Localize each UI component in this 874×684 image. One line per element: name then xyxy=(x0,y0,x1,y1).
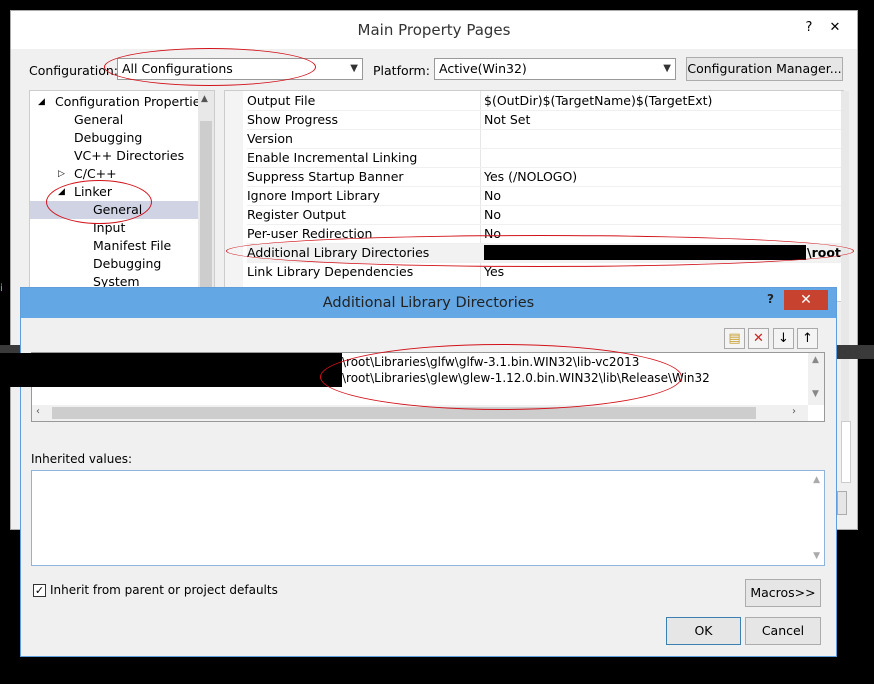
additional-library-directories-dialog: Additional Library Directories ? ✕ ▤ ✕ ↓… xyxy=(20,287,837,657)
tree-item-configuration-properties[interactable]: Configuration Properties xyxy=(55,93,207,111)
scrollbar-thumb[interactable] xyxy=(52,407,756,419)
prop-value-link-library-dependencies[interactable]: Yes xyxy=(484,262,504,281)
tree-item-linker-general[interactable]: General xyxy=(93,201,142,219)
prop-name-suppress-banner[interactable]: Suppress Startup Banner xyxy=(247,167,404,186)
configuration-select[interactable]: All Configurations ▼ xyxy=(117,58,363,80)
property-grid: Output File $(OutDir)$(TargetName)$(Targ… xyxy=(224,90,844,302)
scroll-up-arrow-icon[interactable]: ▲ xyxy=(813,475,820,485)
description-pane xyxy=(841,421,851,483)
prop-value-ignore-import-library[interactable]: No xyxy=(484,186,501,205)
chevron-down-icon: ▼ xyxy=(350,63,358,74)
tree-scrollbar[interactable]: ▲ xyxy=(198,91,214,301)
tree-item-general[interactable]: General xyxy=(74,111,123,129)
grid-column-divider xyxy=(480,91,481,301)
dialog-titlebar: Additional Library Directories ? ✕ xyxy=(21,288,836,318)
prop-name-ignore-import-library[interactable]: Ignore Import Library xyxy=(247,186,380,205)
tree-item-linker[interactable]: Linker xyxy=(74,183,112,201)
scroll-up-arrow-icon[interactable]: ▲ xyxy=(201,94,208,104)
scroll-right-arrow-icon[interactable]: › xyxy=(792,406,796,417)
prop-value-per-user-redirection[interactable]: No xyxy=(484,224,501,243)
prop-name-version[interactable]: Version xyxy=(247,129,293,148)
tree-expander-icon[interactable]: ◢ xyxy=(38,93,45,111)
inherited-values-label: Inherited values: xyxy=(31,452,132,466)
configuration-manager-button[interactable]: Configuration Manager... xyxy=(686,57,843,81)
tree-expander-icon[interactable]: ◢ xyxy=(58,183,65,201)
horizontal-scrollbar[interactable]: ‹ › xyxy=(32,405,808,421)
grid-row-header-strip xyxy=(225,91,243,301)
prop-name-show-progress[interactable]: Show Progress xyxy=(247,110,338,129)
prop-value-register-output[interactable]: No xyxy=(484,205,501,224)
tree-item-debugging[interactable]: Debugging xyxy=(74,129,142,147)
tree-item-input[interactable]: Input xyxy=(93,219,125,237)
prop-value-output-file[interactable]: $(OutDir)$(TargetName)$(TargetExt) xyxy=(484,91,712,110)
prop-name-per-user-redirection[interactable]: Per-user Redirection xyxy=(247,224,372,243)
delete-icon[interactable]: ✕ xyxy=(748,328,769,349)
scroll-left-arrow-icon[interactable]: ‹ xyxy=(36,406,40,417)
tree-item-manifest-file[interactable]: Manifest File xyxy=(93,237,171,255)
list-item[interactable]: \root\Libraries\glfw\glfw-3.1.bin.WIN32\… xyxy=(342,355,639,369)
close-button[interactable]: ✕ xyxy=(823,17,847,39)
main-window-title: Main Property Pages xyxy=(357,21,511,39)
inherit-checkbox-label[interactable]: Inherit from parent or project defaults xyxy=(50,583,278,597)
list-item[interactable]: \root\Libraries\glew\glew-1.12.0.bin.WIN… xyxy=(342,371,710,385)
macros-button[interactable]: Macros>> xyxy=(745,579,821,607)
prop-value-suppress-banner[interactable]: Yes (/NOLOGO) xyxy=(484,167,577,186)
dialog-help-button[interactable]: ? xyxy=(767,292,774,306)
prop-name-output-file[interactable]: Output File xyxy=(247,91,315,110)
new-line-icon[interactable]: ▤ xyxy=(724,328,745,349)
prop-value-show-progress[interactable]: Not Set xyxy=(484,110,530,129)
main-apply-button-edge[interactable] xyxy=(837,491,847,515)
tree-expander-icon[interactable]: ▷ xyxy=(58,165,65,183)
prop-name-additional-library-directories[interactable]: Additional Library Directories xyxy=(247,243,429,262)
inherited-values-box: ▲ ▼ xyxy=(31,470,825,566)
cancel-button[interactable]: Cancel xyxy=(745,617,821,645)
ok-button[interactable]: OK xyxy=(666,617,741,645)
tree-item-linker-debugging[interactable]: Debugging xyxy=(93,255,161,273)
move-up-icon[interactable]: ↑ xyxy=(797,328,818,349)
scroll-down-arrow-icon[interactable]: ▼ xyxy=(813,551,820,561)
vertical-scrollbar[interactable]: ▲ ▼ xyxy=(808,353,824,405)
redacted-path-list-block xyxy=(0,353,342,387)
chevron-down-icon: ▼ xyxy=(663,63,671,74)
scroll-down-arrow-icon[interactable]: ▼ xyxy=(812,389,819,399)
property-tree: ◢ Configuration Properties General Debug… xyxy=(29,90,215,302)
main-titlebar: Main Property Pages ? ✕ xyxy=(11,11,857,49)
prop-name-link-library-dependencies[interactable]: Link Library Dependencies xyxy=(247,262,413,281)
dialog-title: Additional Library Directories xyxy=(322,295,535,311)
dialog-close-button[interactable]: ✕ xyxy=(784,290,828,310)
tree-item-vc-directories[interactable]: VC++ Directories xyxy=(74,147,184,165)
prop-name-incremental-linking[interactable]: Enable Incremental Linking xyxy=(247,148,417,167)
redacted-path-block xyxy=(484,245,806,260)
configuration-label: Configuration: xyxy=(29,63,118,78)
scrollbar-thumb[interactable] xyxy=(200,121,212,291)
prop-name-register-output[interactable]: Register Output xyxy=(247,205,346,224)
platform-label: Platform: xyxy=(373,63,430,78)
move-down-icon[interactable]: ↓ xyxy=(773,328,794,349)
configuration-value: All Configurations xyxy=(122,61,233,76)
help-button[interactable]: ? xyxy=(797,17,821,39)
platform-value: Active(Win32) xyxy=(439,61,527,76)
scroll-up-arrow-icon[interactable]: ▲ xyxy=(812,355,819,365)
grid-scrollbar[interactable] xyxy=(841,91,849,421)
prop-value-additional-library-directories[interactable]: \root\ xyxy=(807,243,843,262)
inherit-checkbox[interactable]: ✓ xyxy=(33,584,46,597)
tree-item-c-cpp[interactable]: C/C++ xyxy=(74,165,117,183)
background-fragment: i xyxy=(0,283,3,294)
platform-select[interactable]: Active(Win32) ▼ xyxy=(434,58,676,80)
grid-divider xyxy=(247,129,843,130)
